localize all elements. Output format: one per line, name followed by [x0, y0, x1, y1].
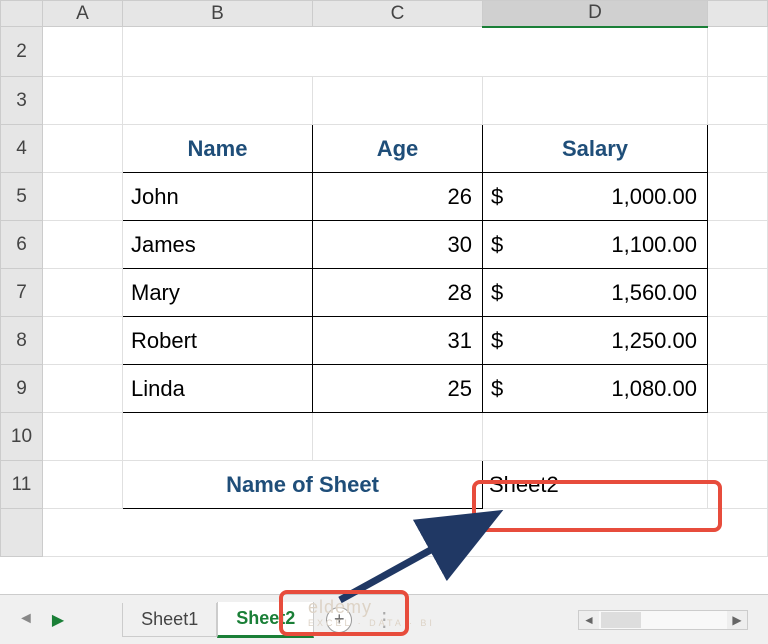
- cell-A10[interactable]: [43, 413, 123, 461]
- cell-A4[interactable]: [43, 125, 123, 173]
- select-all-corner[interactable]: [1, 1, 43, 27]
- cell-C3[interactable]: [313, 77, 483, 125]
- cell-age-3[interactable]: 31: [313, 317, 483, 365]
- cell-age-2[interactable]: 28: [313, 269, 483, 317]
- table-header-salary[interactable]: Salary: [483, 125, 708, 173]
- currency-symbol: $: [491, 376, 503, 402]
- row-header-2[interactable]: 2: [1, 27, 43, 77]
- tab-nav-next-icon[interactable]: ▶: [52, 610, 64, 630]
- worksheet-area: A B C D 2 Find Sheet Name in Excel Formu…: [0, 0, 768, 590]
- col-header-A[interactable]: A: [43, 1, 123, 27]
- salary-value: 1,000.00: [611, 184, 697, 209]
- currency-symbol: $: [491, 232, 503, 258]
- row-header-5[interactable]: 5: [1, 173, 43, 221]
- tab-nav-controls: ◄ ▶: [0, 610, 82, 630]
- cell-name-0[interactable]: John: [123, 173, 313, 221]
- tab-sheet2[interactable]: Sheet2: [217, 602, 314, 638]
- row-header-10[interactable]: 10: [1, 413, 43, 461]
- col-header-B[interactable]: B: [123, 1, 313, 27]
- cell-name-1[interactable]: James: [123, 221, 313, 269]
- salary-value: 1,080.00: [611, 376, 697, 401]
- cell-D3[interactable]: [483, 77, 708, 125]
- row-header-8[interactable]: 8: [1, 317, 43, 365]
- table-header-name[interactable]: Name: [123, 125, 313, 173]
- tab-sheet1[interactable]: Sheet1: [122, 603, 217, 637]
- col-header-extra[interactable]: [708, 1, 768, 27]
- cell-A5[interactable]: [43, 173, 123, 221]
- cell-B3[interactable]: [123, 77, 313, 125]
- col-header-D[interactable]: D: [483, 1, 708, 27]
- currency-symbol: $: [491, 184, 503, 210]
- spreadsheet-grid[interactable]: A B C D 2 Find Sheet Name in Excel Formu…: [0, 0, 768, 557]
- salary-value: 1,100.00: [611, 232, 697, 257]
- row-header-4[interactable]: 4: [1, 125, 43, 173]
- cell-A6[interactable]: [43, 221, 123, 269]
- cell-E5[interactable]: [708, 173, 768, 221]
- row-header-3[interactable]: 3: [1, 77, 43, 125]
- scroll-right-icon[interactable]: ▶: [727, 611, 747, 629]
- cell-A7[interactable]: [43, 269, 123, 317]
- watermark-main: eldemy: [308, 597, 372, 617]
- cell-name-3[interactable]: Robert: [123, 317, 313, 365]
- cell-age-1[interactable]: 30: [313, 221, 483, 269]
- cell-D10[interactable]: [483, 413, 708, 461]
- cell-E10[interactable]: [708, 413, 768, 461]
- cell-salary-2[interactable]: $1,560.00: [483, 269, 708, 317]
- cell-E9[interactable]: [708, 365, 768, 413]
- row-header-11[interactable]: 11: [1, 461, 43, 509]
- cell-salary-0[interactable]: $1,000.00: [483, 173, 708, 221]
- sheet-name-result[interactable]: Sheet2: [483, 461, 708, 509]
- cell-E11[interactable]: [708, 461, 768, 509]
- cell-salary-3[interactable]: $1,250.00: [483, 317, 708, 365]
- cell-name-2[interactable]: Mary: [123, 269, 313, 317]
- column-header-row[interactable]: A B C D: [1, 1, 768, 27]
- cell-E8[interactable]: [708, 317, 768, 365]
- cell-E7[interactable]: [708, 269, 768, 317]
- cell-E3[interactable]: [708, 77, 768, 125]
- sheet-name-label[interactable]: Name of Sheet: [123, 461, 483, 509]
- horizontal-scrollbar[interactable]: ◄ ▶: [578, 610, 748, 630]
- row-header-6[interactable]: 6: [1, 221, 43, 269]
- title-cell[interactable]: Find Sheet Name in Excel Formula: [123, 27, 708, 77]
- col-header-C[interactable]: C: [313, 1, 483, 27]
- row-header-7[interactable]: 7: [1, 269, 43, 317]
- table-header-age[interactable]: Age: [313, 125, 483, 173]
- cell-A11[interactable]: [43, 461, 123, 509]
- cell-C10[interactable]: [313, 413, 483, 461]
- salary-value: 1,250.00: [611, 328, 697, 353]
- cell-A2[interactable]: [43, 27, 123, 77]
- row-header-12[interactable]: [1, 509, 43, 557]
- currency-symbol: $: [491, 328, 503, 354]
- cell-name-4[interactable]: Linda: [123, 365, 313, 413]
- watermark: eldemy EXCEL · DATA · BI: [308, 597, 435, 628]
- cell-A3[interactable]: [43, 77, 123, 125]
- currency-symbol: $: [491, 280, 503, 306]
- cell-E6[interactable]: [708, 221, 768, 269]
- cell-row12[interactable]: [43, 509, 768, 557]
- scroll-left-icon[interactable]: ◄: [579, 611, 599, 629]
- watermark-sub: EXCEL · DATA · BI: [308, 618, 435, 628]
- tab-nav-prev-icon[interactable]: ◄: [18, 610, 34, 630]
- cell-B10[interactable]: [123, 413, 313, 461]
- cell-salary-4[interactable]: $1,080.00: [483, 365, 708, 413]
- row-header-9[interactable]: 9: [1, 365, 43, 413]
- cell-E4[interactable]: [708, 125, 768, 173]
- salary-value: 1,560.00: [611, 280, 697, 305]
- cell-age-4[interactable]: 25: [313, 365, 483, 413]
- cell-A8[interactable]: [43, 317, 123, 365]
- scroll-thumb[interactable]: [601, 612, 641, 628]
- cell-E2[interactable]: [708, 27, 768, 77]
- cell-salary-1[interactable]: $1,100.00: [483, 221, 708, 269]
- cell-A9[interactable]: [43, 365, 123, 413]
- cell-age-0[interactable]: 26: [313, 173, 483, 221]
